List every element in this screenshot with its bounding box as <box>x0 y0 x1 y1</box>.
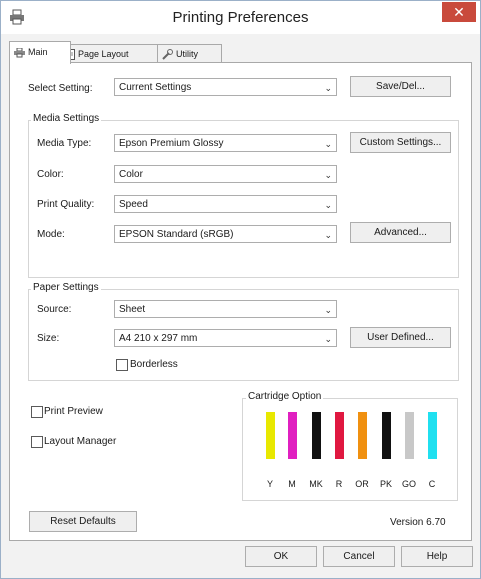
ink-label-m: M <box>288 479 296 489</box>
tab-page-layout-label: Page Layout <box>78 49 129 59</box>
window-title: Printing Preferences <box>172 9 309 26</box>
print-quality-dropdown[interactable]: Speed ⌄ <box>114 195 337 213</box>
chevron-down-icon: ⌄ <box>324 200 332 210</box>
cartridge-option-title: Cartridge Option <box>246 391 324 402</box>
ink-bar-mk <box>312 412 321 459</box>
ink-label-go: GO <box>401 479 416 489</box>
mode-label: Mode: <box>37 229 65 240</box>
layout-manager-label: Layout Manager <box>44 436 117 447</box>
ink-bar-or <box>358 412 367 459</box>
custom-settings-button[interactable]: Custom Settings... <box>350 132 451 153</box>
color-dropdown[interactable]: Color ⌄ <box>114 165 337 183</box>
chevron-down-icon: ⌄ <box>324 305 332 315</box>
title-bar: Printing Preferences ✕ <box>1 1 480 34</box>
source-value: Sheet <box>119 304 146 315</box>
ink-bar-r <box>335 412 344 459</box>
tab-main-label: Main <box>28 47 48 57</box>
media-type-dropdown[interactable]: Epson Premium Glossy ⌄ <box>114 134 337 152</box>
tab-main[interactable]: Main <box>9 41 71 64</box>
mode-value: EPSON Standard (sRGB) <box>119 229 234 240</box>
reset-defaults-button[interactable]: Reset Defaults <box>29 511 137 532</box>
ink-label-mk: MK <box>309 479 323 489</box>
size-value: A4 210 x 297 mm <box>119 333 198 344</box>
advanced-button[interactable]: Advanced... <box>350 222 451 243</box>
ink-label-r: R <box>335 479 343 489</box>
ok-button[interactable]: OK <box>245 546 317 567</box>
cancel-button[interactable]: Cancel <box>323 546 395 567</box>
ink-bar-m <box>288 412 297 459</box>
size-dropdown[interactable]: A4 210 x 297 mm ⌄ <box>114 329 337 347</box>
printer-icon <box>14 47 25 58</box>
color-label: Color: <box>37 169 64 180</box>
media-settings-title: Media Settings <box>31 113 102 124</box>
mode-dropdown[interactable]: EPSON Standard (sRGB) ⌄ <box>114 225 337 243</box>
tab-utility-label: Utility <box>176 49 198 59</box>
close-button[interactable]: ✕ <box>442 2 476 22</box>
user-defined-button[interactable]: User Defined... <box>350 327 451 348</box>
ink-bar-go <box>405 412 414 459</box>
source-label: Source: <box>37 304 72 315</box>
chevron-down-icon: ⌄ <box>324 230 332 240</box>
print-preview-checkbox[interactable] <box>31 406 43 418</box>
ink-bar-y <box>266 412 275 459</box>
printing-preferences-window: Printing Preferences ✕ Main Page Layout … <box>0 0 481 579</box>
version-text: Version 6.70 <box>390 517 446 528</box>
ink-label-pk: PK <box>379 479 392 489</box>
borderless-label: Borderless <box>130 359 178 370</box>
tab-page-layout[interactable]: Page Layout <box>61 44 159 63</box>
borderless-checkbox[interactable] <box>116 359 128 371</box>
select-setting-label: Select Setting: <box>28 83 93 94</box>
print-quality-label: Print Quality: <box>37 199 95 210</box>
color-value: Color <box>119 169 143 180</box>
ink-label-c: C <box>428 479 436 489</box>
ink-bar-pk <box>382 412 391 459</box>
ink-bar-c <box>428 412 437 459</box>
tab-utility[interactable]: Utility <box>157 44 222 63</box>
media-type-label: Media Type: <box>37 138 92 149</box>
select-setting-dropdown[interactable]: Current Settings ⌄ <box>114 78 337 96</box>
save-del-button[interactable]: Save/Del... <box>350 76 451 97</box>
chevron-down-icon: ⌄ <box>324 334 332 344</box>
print-preview-label: Print Preview <box>44 406 103 417</box>
chevron-down-icon: ⌄ <box>324 83 332 93</box>
paper-settings-title: Paper Settings <box>31 282 101 293</box>
print-quality-value: Speed <box>119 199 148 210</box>
wrench-icon <box>162 49 173 60</box>
chevron-down-icon: ⌄ <box>324 170 332 180</box>
ink-label-or: OR <box>355 479 369 489</box>
layout-manager-checkbox[interactable] <box>31 436 43 448</box>
chevron-down-icon: ⌄ <box>324 139 332 149</box>
source-dropdown[interactable]: Sheet ⌄ <box>114 300 337 318</box>
select-setting-value: Current Settings <box>119 82 192 93</box>
help-button[interactable]: Help <box>401 546 473 567</box>
ink-label-y: Y <box>266 479 273 489</box>
media-type-value: Epson Premium Glossy <box>119 138 224 149</box>
size-label: Size: <box>37 333 60 344</box>
